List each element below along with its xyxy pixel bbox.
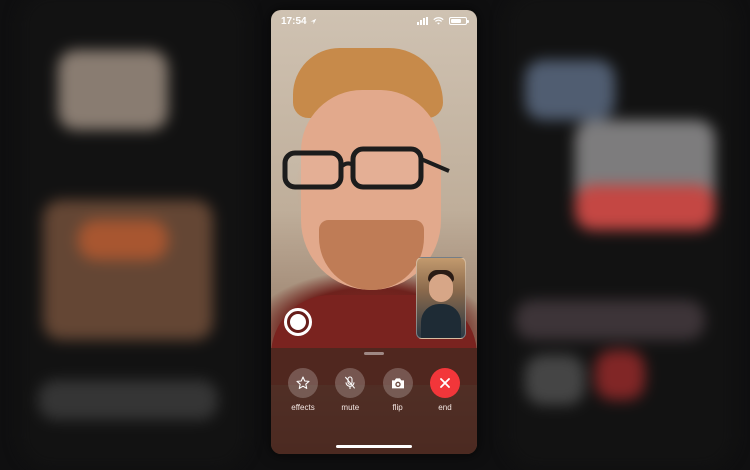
- effects-button[interactable]: [288, 368, 318, 398]
- effects-label: effects: [291, 403, 315, 412]
- effects-control[interactable]: effects: [283, 368, 323, 412]
- end-control[interactable]: end: [425, 368, 465, 412]
- self-view-thumbnail[interactable]: [416, 257, 466, 339]
- camera-icon: [391, 378, 404, 389]
- cellular-signal-icon: [417, 17, 428, 25]
- live-photo-shutter-button[interactable]: [284, 308, 312, 336]
- home-indicator[interactable]: [336, 445, 412, 448]
- background-phone-right: [505, 0, 735, 470]
- call-controls-panel: effects mute flip end: [271, 348, 477, 454]
- end-call-button[interactable]: [429, 368, 460, 398]
- flip-control[interactable]: flip: [378, 368, 418, 412]
- mute-control[interactable]: mute: [330, 368, 370, 412]
- status-time: 17:54: [281, 15, 307, 27]
- end-label: end: [438, 403, 452, 412]
- glasses: [282, 146, 450, 190]
- mic-slash-icon: [345, 376, 356, 389]
- facetime-call-screen: 17:54 effects mute flip end: [271, 10, 477, 454]
- wifi-icon: [433, 17, 444, 25]
- flip-button[interactable]: [382, 368, 413, 398]
- mute-button[interactable]: [335, 368, 366, 398]
- star-icon: [296, 376, 310, 389]
- panel-grabber-handle[interactable]: [364, 352, 384, 355]
- mute-label: mute: [341, 403, 360, 412]
- background-phone-left: [18, 0, 248, 470]
- flip-label: flip: [392, 403, 403, 412]
- status-bar: 17:54: [271, 10, 477, 32]
- location-arrow-icon: [310, 18, 316, 24]
- close-icon: [440, 378, 450, 388]
- battery-icon: [449, 17, 469, 25]
